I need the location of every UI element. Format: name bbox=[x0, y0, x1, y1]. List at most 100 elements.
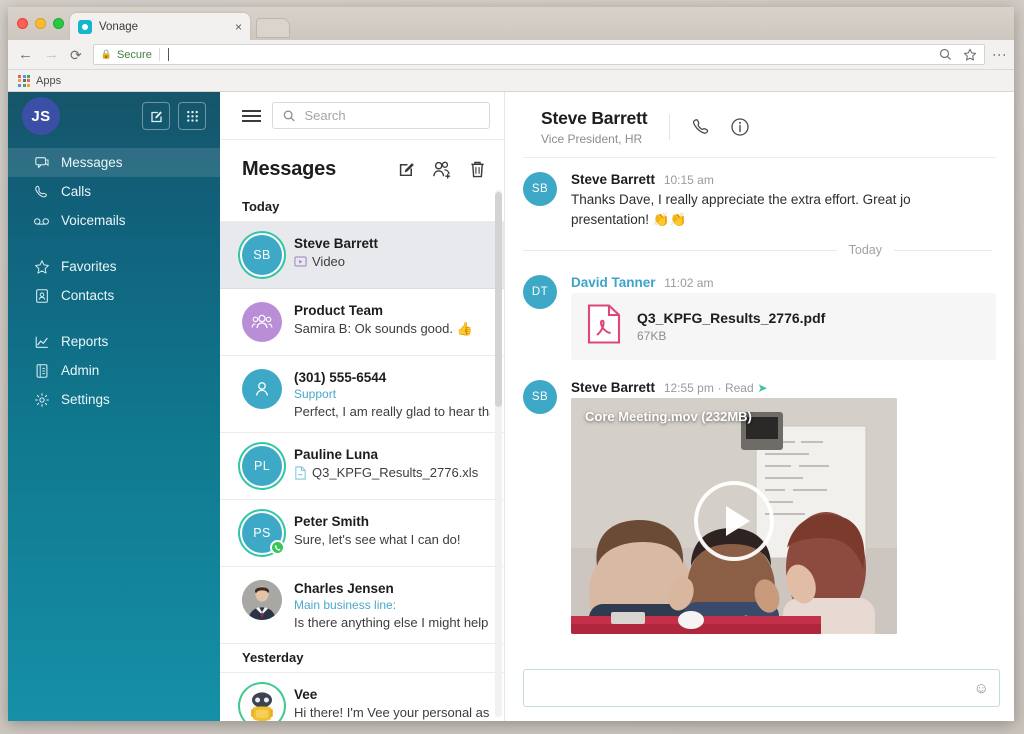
phone-icon[interactable] bbox=[692, 117, 712, 137]
new-tab-button[interactable] bbox=[256, 18, 290, 38]
composer-box[interactable]: ☺ bbox=[523, 669, 1000, 707]
back-icon[interactable]: ← bbox=[18, 47, 33, 62]
url-actions bbox=[939, 48, 977, 62]
preview-text: Is there anything else I might help yo bbox=[294, 615, 490, 630]
message-input[interactable] bbox=[534, 680, 974, 696]
day-divider: Today bbox=[523, 235, 1014, 261]
browser-tab[interactable]: Vonage × bbox=[70, 13, 250, 40]
list-item[interactable]: Product Team Samira B: Ok sounds good. 👍 bbox=[220, 289, 504, 356]
url-divider bbox=[158, 48, 160, 61]
app-topbar bbox=[220, 92, 504, 140]
sidebar-item-label: Contacts bbox=[61, 288, 115, 303]
list-item[interactable]: PL Pauline Luna Q3_KPFG_Results_2776.xls bbox=[220, 433, 504, 500]
contact-name: Product Team bbox=[294, 303, 384, 318]
file-size: 67KB bbox=[637, 329, 667, 344]
search-input[interactable] bbox=[304, 108, 479, 123]
play-icon[interactable] bbox=[694, 480, 774, 561]
minimize-window-button[interactable] bbox=[35, 18, 46, 29]
chat-message: SB Steve Barrett 12:55 pm · Read ➤ Core … bbox=[523, 366, 1014, 640]
bookmark-star-icon[interactable] bbox=[963, 48, 977, 62]
add-group-icon[interactable] bbox=[432, 160, 453, 179]
list-item-body: Product Team Samira B: Ok sounds good. 👍 bbox=[294, 302, 490, 337]
forward-icon[interactable]: → bbox=[44, 47, 59, 62]
contact-tag: Support bbox=[294, 387, 337, 401]
sidebar-divider-2 bbox=[8, 310, 220, 327]
vonage-app: JS Messages Calls Voicemails Favorites C… bbox=[8, 92, 1014, 721]
message-text: Thanks Dave, I really appreciate the ext… bbox=[571, 190, 996, 229]
avatar: SB bbox=[523, 380, 557, 415]
url-input[interactable]: 🔒 Secure bbox=[92, 44, 985, 65]
sidebar-item-label: Voicemails bbox=[61, 213, 126, 228]
conversation-scrollbar-thumb[interactable] bbox=[495, 192, 502, 407]
video-file-label: Core Meeting.mov (232MB) bbox=[585, 409, 752, 425]
contact-name: Peter Smith bbox=[294, 514, 370, 529]
file-attachment-card[interactable]: Q3_KPFG_Results_2776.pdf 67KB bbox=[571, 293, 996, 361]
message-text-line-1: Thanks Dave, I really appreciate the ext… bbox=[571, 192, 911, 207]
contacts-icon bbox=[33, 288, 50, 304]
preview-text: Samira B: Ok sounds good. 👍 bbox=[294, 321, 473, 336]
chat-contact: Steve Barrett Vice President, HR bbox=[541, 108, 648, 146]
emoji-icon[interactable]: ☺ bbox=[974, 681, 989, 696]
search-bar[interactable] bbox=[272, 102, 490, 129]
trash-icon[interactable] bbox=[469, 160, 486, 179]
sidebar-item-voicemails[interactable]: Voicemails bbox=[8, 206, 220, 235]
list-item-body: Charles Jensen Main business line: Is th… bbox=[294, 580, 490, 630]
list-item[interactable]: SB Steve Barrett Video bbox=[220, 222, 504, 289]
dialpad-icon bbox=[186, 110, 198, 122]
list-item[interactable]: Charles Jensen Main business line: Is th… bbox=[220, 567, 504, 644]
sidebar-item-calls[interactable]: Calls bbox=[8, 177, 220, 206]
video-attachment[interactable]: Core Meeting.mov (232MB) bbox=[571, 398, 897, 635]
list-item-body: (301) 555-6544 Support Perfect, I am rea… bbox=[294, 369, 490, 419]
list-item[interactable]: Vee Hi there! I'm Vee your personal assi… bbox=[220, 673, 504, 721]
reload-icon[interactable]: ⟳ bbox=[70, 48, 82, 62]
admin-icon bbox=[33, 363, 50, 379]
avatar bbox=[242, 302, 282, 342]
gear-icon bbox=[33, 392, 50, 408]
preview-text-row: Video bbox=[294, 254, 490, 269]
message-timestamp: 10:15 am bbox=[663, 173, 714, 187]
close-window-button[interactable] bbox=[17, 18, 28, 29]
compose-button[interactable] bbox=[142, 102, 170, 130]
window-controls[interactable] bbox=[17, 18, 64, 29]
sidebar-item-contacts[interactable]: Contacts bbox=[8, 281, 220, 310]
apps-grid-icon[interactable] bbox=[18, 74, 30, 87]
sidebar-item-settings[interactable]: Settings bbox=[8, 385, 220, 414]
sidebar-item-favorites[interactable]: Favorites bbox=[8, 252, 220, 281]
preview-text: Sure, let's see what I can do! bbox=[294, 532, 461, 547]
messages-icon bbox=[33, 155, 50, 171]
avatar-initials: SB bbox=[531, 183, 549, 195]
preview-text: Perfect, I am really glad to hear that! bbox=[294, 404, 490, 419]
compose-icon[interactable] bbox=[397, 160, 416, 179]
info-icon[interactable] bbox=[730, 117, 750, 137]
preview-text: Q3_KPFG_Results_2776.xls bbox=[312, 465, 479, 480]
chat-message-header: Steve Barrett 10:15 am bbox=[571, 172, 996, 187]
message-author: Steve Barrett bbox=[571, 172, 656, 187]
list-item[interactable]: (301) 555-6544 Support Perfect, I am rea… bbox=[220, 356, 504, 433]
conversation-panel: Messages bbox=[220, 92, 505, 721]
video-attachment-icon bbox=[294, 255, 307, 268]
avatar-initials: SB bbox=[253, 248, 271, 262]
sidebar-item-admin[interactable]: Admin bbox=[8, 356, 220, 385]
browser-menu-icon[interactable]: ⋮ bbox=[992, 48, 1008, 62]
close-tab-icon[interactable]: × bbox=[235, 21, 242, 33]
list-item[interactable]: PS Peter Smith Sure, let's see what I ca… bbox=[220, 500, 504, 567]
active-call-badge-icon bbox=[270, 540, 285, 555]
list-item-body: Steve Barrett Video bbox=[294, 235, 490, 269]
maximize-window-button[interactable] bbox=[53, 18, 64, 29]
dialpad-button[interactable] bbox=[178, 102, 206, 130]
sidebar-item-label: Messages bbox=[61, 155, 123, 170]
section-header-today: Today bbox=[220, 193, 504, 222]
hamburger-menu-icon[interactable] bbox=[242, 109, 261, 122]
contact-name: Charles Jensen bbox=[294, 581, 394, 596]
preview-text: Video bbox=[312, 254, 346, 269]
sidebar-item-messages[interactable]: Messages bbox=[8, 148, 220, 177]
zoom-icon[interactable] bbox=[939, 48, 952, 61]
address-bar: ← → ⟳ 🔒 Secure ⋮ bbox=[8, 40, 1014, 70]
user-avatar[interactable]: JS bbox=[22, 97, 60, 135]
message-author[interactable]: David Tanner bbox=[571, 275, 656, 290]
chat-message-body: Steve Barrett 12:55 pm · Read ➤ Core Mee… bbox=[571, 380, 996, 635]
apps-bookmark-label[interactable]: Apps bbox=[36, 75, 61, 87]
contact-name: Steve Barrett bbox=[294, 236, 379, 251]
sidebar-item-reports[interactable]: Reports bbox=[8, 327, 220, 356]
phone-icon bbox=[33, 184, 50, 200]
